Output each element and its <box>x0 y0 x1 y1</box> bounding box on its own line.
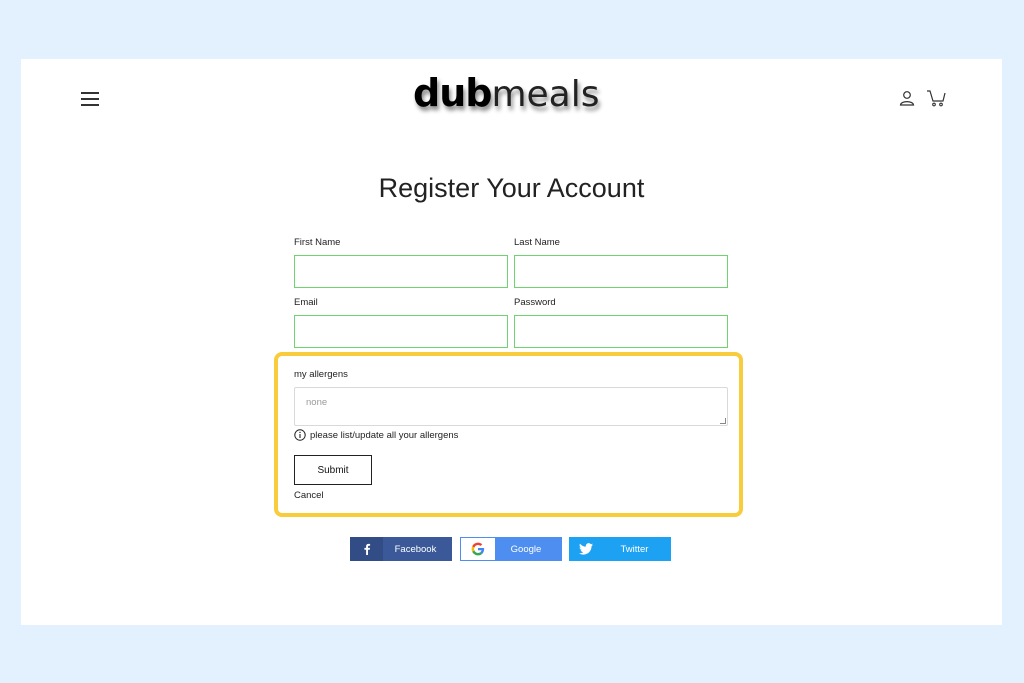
logo-bold-text: dub <box>413 71 492 115</box>
hamburger-menu-icon[interactable] <box>81 92 99 106</box>
twitter-label: Twitter <box>620 543 649 555</box>
submit-button[interactable]: Submit <box>294 455 372 485</box>
facebook-label: Facebook <box>394 543 437 555</box>
first-name-field[interactable] <box>294 255 508 288</box>
facebook-icon <box>350 537 383 561</box>
logo[interactable]: dubmeals <box>413 71 600 117</box>
info-icon <box>294 429 306 441</box>
page-title: Register Your Account <box>378 173 645 203</box>
account-icon[interactable] <box>899 90 915 106</box>
last-name-field[interactable] <box>514 255 728 288</box>
allergens-textarea[interactable]: none <box>294 387 728 426</box>
page-container: dubmeals Register Your Account First Nam… <box>21 59 1002 625</box>
allergens-label: my allergens <box>294 369 348 380</box>
first-name-label: First Name <box>294 237 341 248</box>
google-label: Google <box>510 543 542 555</box>
cancel-link[interactable]: Cancel <box>294 490 324 501</box>
facebook-login-button[interactable]: Facebook <box>350 537 452 561</box>
password-label: Password <box>514 297 556 308</box>
twitter-login-button[interactable]: Twitter <box>569 537 671 561</box>
resize-handle-icon[interactable] <box>720 418 726 424</box>
cart-icon[interactable] <box>926 89 946 107</box>
email-field[interactable] <box>294 315 508 348</box>
google-login-button[interactable]: Google <box>460 537 562 561</box>
allergens-hint: please list/update all your allergens <box>294 429 458 441</box>
allergens-hint-text: please list/update all your allergens <box>310 429 459 441</box>
email-label: Email <box>294 297 318 308</box>
allergens-placeholder: none <box>306 397 328 408</box>
password-field[interactable] <box>514 315 728 348</box>
google-icon <box>461 538 495 560</box>
last-name-label: Last Name <box>514 237 560 248</box>
logo-light-text: meals <box>491 74 600 115</box>
twitter-icon <box>569 537 602 561</box>
